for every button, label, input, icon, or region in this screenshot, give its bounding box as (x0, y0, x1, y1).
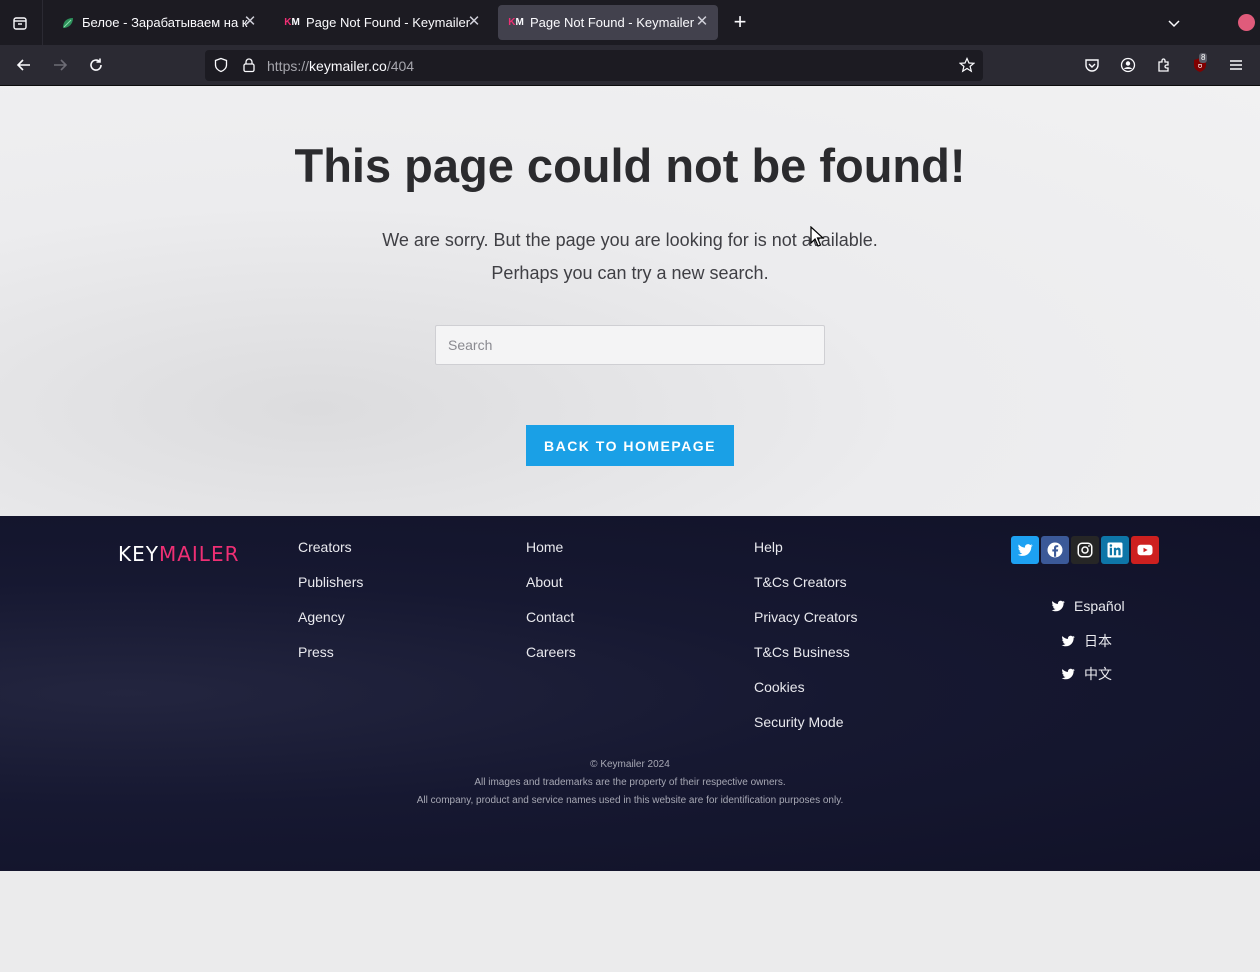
reload-icon[interactable] (84, 53, 108, 77)
chevron-down-icon[interactable] (1164, 13, 1184, 33)
language-link-chinese[interactable]: 中文 (1060, 664, 1112, 684)
tab-title: Page Not Found - Keymailer (306, 15, 471, 30)
keymailer-favicon-icon: KM (284, 17, 300, 28)
twitter-icon (1051, 600, 1065, 612)
page-title: This page could not be found! (294, 139, 966, 192)
account-icon[interactable] (1117, 54, 1139, 76)
instagram-icon[interactable] (1071, 536, 1099, 564)
footer-column-audience: Creators Publishers Agency Press (298, 538, 363, 678)
copyright: © Keymailer 2024 (590, 759, 670, 770)
footer-link-publishers[interactable]: Publishers (298, 573, 363, 608)
tab-bar: Белое - Зарабатываем на к ✕ KM Page Not … (0, 0, 1260, 45)
tab-3-active[interactable]: KM Page Not Found - Keymailer ✕ (498, 5, 718, 40)
close-tab-icon[interactable]: ✕ (242, 14, 258, 30)
extension-badge: 8 (1199, 53, 1208, 63)
mouse-cursor-icon (810, 225, 826, 253)
twitter-icon[interactable] (1011, 536, 1039, 564)
identification-disclaimer: All company, product and service names u… (416, 795, 844, 806)
tab-list-icon[interactable] (8, 11, 32, 35)
footer-link-press[interactable]: Press (298, 643, 363, 678)
hamburger-menu-icon[interactable] (1225, 54, 1247, 76)
footer-link-contact[interactable]: Contact (526, 608, 576, 643)
trademark-disclaimer: All images and trademarks are the proper… (474, 777, 786, 788)
language-link-spanish[interactable]: Español (1050, 598, 1125, 614)
tab-2[interactable]: KM Page Not Found - Keymailer ✕ (274, 5, 490, 40)
close-tab-icon[interactable]: ✕ (694, 14, 710, 30)
keymailer-favicon-icon: KM (508, 17, 524, 28)
footer: KEYMAILER Creators Publishers Agency Pre… (0, 516, 1260, 871)
social-links (1011, 536, 1159, 564)
back-arrow-icon[interactable] (12, 53, 36, 77)
footer-link-about[interactable]: About (526, 573, 576, 608)
twitter-icon (1061, 668, 1075, 680)
footer-link-cookies[interactable]: Cookies (754, 678, 857, 713)
new-tab-icon[interactable]: + (728, 11, 752, 35)
footer-link-security-mode[interactable]: Security Mode (754, 713, 857, 748)
twitter-icon (1061, 635, 1075, 647)
tab-1[interactable]: Белое - Зарабатываем на к ✕ (50, 5, 266, 40)
footer-column-legal: Help T&Cs Creators Privacy Creators T&Cs… (754, 538, 857, 748)
url-text: https://keymailer.co/404 (267, 58, 415, 74)
tab-title: Page Not Found - Keymailer (530, 15, 695, 30)
back-to-homepage-button[interactable]: BACK TO HOMEPAGE (526, 425, 734, 466)
extensions-puzzle-icon[interactable] (1153, 54, 1175, 76)
pocket-icon[interactable] (1081, 54, 1103, 76)
footer-link-home[interactable]: Home (526, 538, 576, 573)
forward-arrow-icon[interactable] (48, 53, 72, 77)
navigation-toolbar: https://keymailer.co/404 ʊ 8 (0, 45, 1260, 86)
search-suggestion: Perhaps you can try a new search. (491, 263, 769, 283)
footer-link-help[interactable]: Help (754, 538, 857, 573)
footer-link-tcs-business[interactable]: T&Cs Business (754, 643, 857, 678)
bookmark-star-icon[interactable] (958, 57, 976, 78)
footer-column-company: Home About Contact Careers (526, 538, 576, 678)
language-link-japanese[interactable]: 日本 (1060, 631, 1112, 651)
footer-link-privacy-creators[interactable]: Privacy Creators (754, 608, 857, 643)
lock-icon[interactable] (241, 57, 257, 78)
language-label: Español (1074, 598, 1125, 614)
tab-title: Белое - Зарабатываем на к (82, 15, 248, 30)
shield-icon[interactable] (213, 57, 229, 78)
profile-avatar[interactable] (1238, 14, 1255, 31)
close-tab-icon[interactable]: ✕ (466, 14, 482, 30)
language-label: 中文 (1084, 666, 1112, 682)
linkedin-icon[interactable] (1101, 536, 1129, 564)
tab-separator (42, 0, 43, 45)
youtube-icon[interactable] (1131, 536, 1159, 564)
page-content: This page could not be found! We are sor… (0, 86, 1260, 516)
leaf-favicon-icon (60, 15, 76, 31)
sorry-message: We are sorry. But the page you are looki… (382, 230, 878, 250)
keymailer-logo[interactable]: KEYMAILER (118, 542, 239, 566)
search-input[interactable] (435, 325, 825, 365)
footer-link-creators[interactable]: Creators (298, 538, 363, 573)
language-label: 日本 (1084, 633, 1112, 649)
facebook-icon[interactable] (1041, 536, 1069, 564)
svg-text:ʊ: ʊ (1198, 62, 1202, 70)
footer-link-careers[interactable]: Careers (526, 643, 576, 678)
page-bottom-area (0, 871, 1260, 972)
footer-link-agency[interactable]: Agency (298, 608, 363, 643)
url-bar[interactable]: https://keymailer.co/404 (205, 50, 983, 81)
footer-link-tcs-creators[interactable]: T&Cs Creators (754, 573, 857, 608)
